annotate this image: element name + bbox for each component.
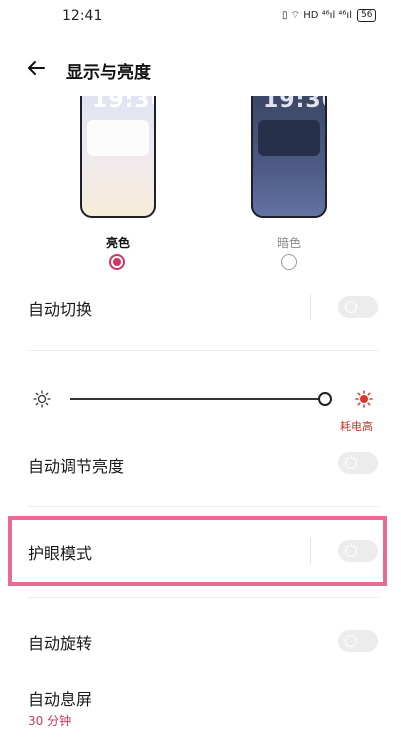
light-mode-preview[interactable]: 19:30 [80,96,156,218]
high-power-warning: 耗电高 [340,420,373,433]
brightness-low-icon [33,390,51,412]
auto-brightness-toggle[interactable] [338,452,378,474]
preview-clock: 19:30 [92,96,154,113]
preview-card [258,120,320,156]
light-mode-label: 亮色 [105,236,130,250]
status-icon-row: ▯ ⌔ HD ⁴⁶ıl ⁴⁶ıl [282,10,352,21]
auto-rotate-toggle[interactable] [338,630,378,652]
section-divider [28,597,378,598]
back-arrow-icon[interactable] [26,58,46,78]
dark-mode-label: 暗色 [276,236,301,250]
auto-screen-off-value: 30 分钟 [28,714,72,728]
dark-mode-radio[interactable] [281,254,297,270]
auto-switch-toggle[interactable] [338,296,378,318]
auto-rotate-label: 自动旋转 [28,634,93,653]
preview-card [87,120,149,156]
row-divider [310,538,311,564]
auto-brightness-label: 自动调节亮度 [28,457,125,476]
section-divider [28,350,378,351]
dark-mode-preview[interactable]: 19:30 [251,96,327,218]
light-mode-radio[interactable] [109,254,125,270]
status-icons: ▯ ⌔ HD ⁴⁶ıl ⁴⁶ıl 56 [282,9,377,22]
brightness-slider-handle[interactable] [318,392,332,406]
preview-clock: 19:30 [263,96,325,113]
status-time: 12:41 [62,8,103,24]
row-divider [310,294,311,320]
page-title: 显示与亮度 [66,63,151,83]
brightness-high-icon [355,390,373,412]
battery-icon: 56 [357,9,377,22]
section-divider [28,506,378,507]
brightness-slider-track[interactable] [70,398,320,400]
eye-protection-toggle[interactable] [338,540,378,562]
eye-protection-label: 护眼模式 [28,544,93,563]
auto-screen-off-label[interactable]: 自动息屏 [28,686,92,710]
auto-switch-label: 自动切换 [28,300,93,319]
